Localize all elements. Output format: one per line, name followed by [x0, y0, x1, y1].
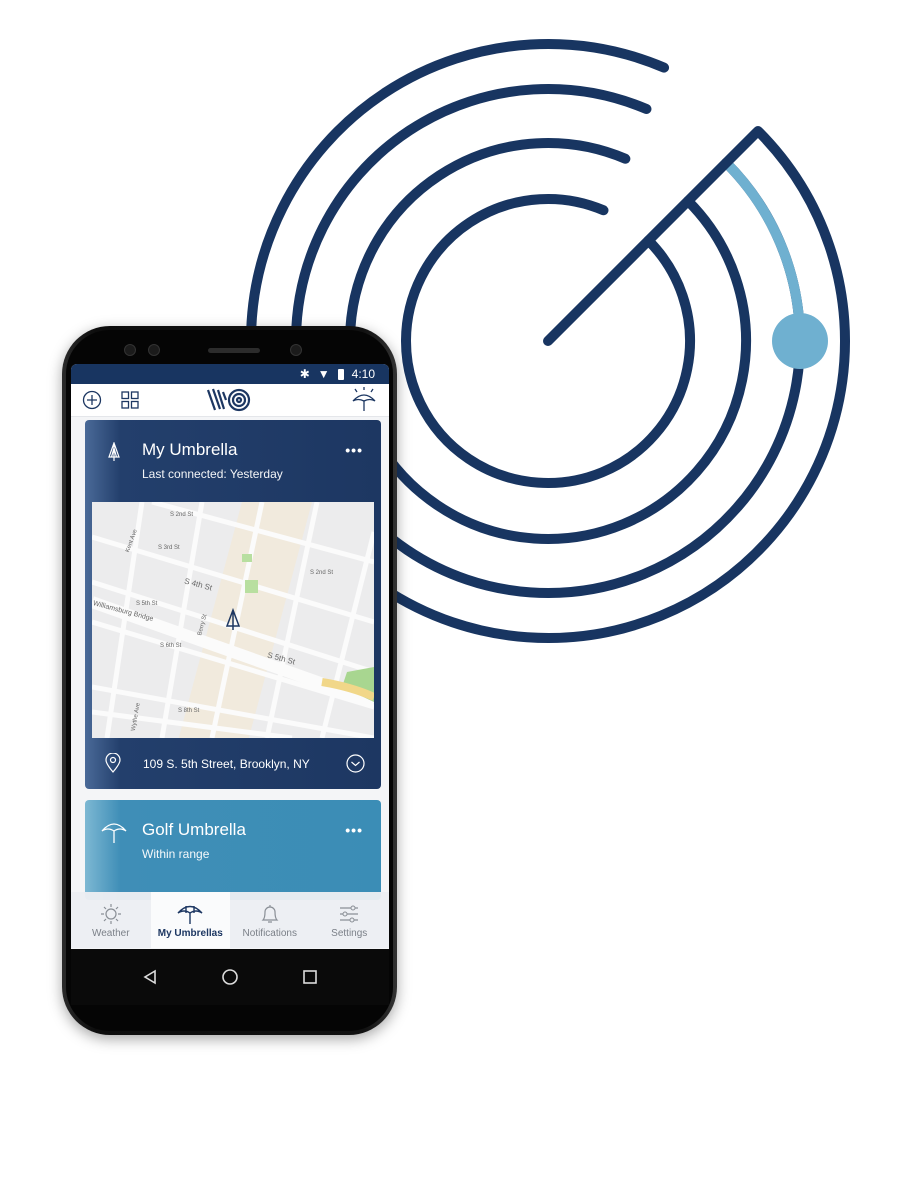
home-icon[interactable] [221, 968, 239, 986]
map-label: S 5th St [136, 601, 158, 607]
grid-icon[interactable] [121, 391, 139, 409]
card-subtitle: Last connected: Yesterday [142, 467, 283, 481]
more-menu-button[interactable]: ••• [345, 822, 363, 838]
sun-icon [100, 904, 121, 924]
expand-chevron-button[interactable] [346, 754, 365, 773]
tab-settings[interactable]: Settings [310, 892, 390, 948]
umbrella-card-golf-umbrella[interactable]: Golf Umbrella Within range ••• [85, 800, 381, 900]
status-time: 4:10 [351, 367, 375, 381]
bell-icon [261, 905, 279, 923]
map-label: S 3rd St [158, 545, 180, 551]
tab-label: Notifications [242, 928, 297, 939]
bottom-nav: Weather My Umbrellas Notifications Setti… [71, 892, 389, 948]
tab-label: My Umbrellas [157, 928, 223, 939]
recents-icon[interactable] [302, 969, 318, 985]
bluetooth-icon: ✱ [299, 367, 310, 381]
card-title: Golf Umbrella [142, 820, 246, 839]
location-map[interactable]: S 2nd St S 3rd St Kent Ave S 2nd St S 4t… [92, 502, 374, 738]
logo [206, 388, 251, 412]
app-bar [71, 384, 389, 417]
umbrella-closed-icon [108, 442, 120, 461]
tab-my-umbrellas[interactable]: My Umbrellas [150, 892, 230, 948]
tab-label: Settings [331, 928, 368, 939]
umbrella-icon [101, 823, 127, 843]
card-title: My Umbrella [142, 440, 238, 459]
range-dot [772, 313, 828, 369]
location-pin-icon [105, 753, 121, 773]
umbrella-icon [177, 905, 203, 924]
screen: ✱ ▼ 4:10 My Umbrella Last connected: Yes… [71, 364, 389, 949]
system-nav-bar [71, 949, 389, 1005]
map-label: S 2nd St [310, 570, 334, 576]
status-bar: ✱ ▼ 4:10 [71, 364, 389, 384]
card-subtitle: Within range [142, 847, 210, 861]
wifi-icon: ▼ [317, 367, 330, 381]
add-circle-icon[interactable] [82, 390, 102, 410]
sensor [148, 344, 160, 356]
umbrella-card-my-umbrella[interactable]: My Umbrella Last connected: Yesterday ••… [85, 420, 381, 789]
radar-sweep-line [543, 127, 762, 346]
last-location-address: 109 S. 5th Street, Brooklyn, NY [143, 757, 310, 771]
more-menu-button[interactable]: ••• [345, 442, 363, 458]
speaker [208, 348, 260, 353]
phone: ✱ ▼ 4:10 My Umbrella Last connected: Yes… [62, 326, 397, 1035]
map-label: S 8th St [178, 708, 200, 714]
tab-notifications[interactable]: Notifications [230, 892, 310, 948]
battery-icon [337, 368, 344, 380]
map-label: S 6th St [160, 643, 182, 649]
back-icon[interactable] [142, 969, 158, 985]
umbrella-weather-icon[interactable] [351, 387, 377, 413]
tab-label: Weather [91, 928, 130, 939]
sensor [124, 344, 136, 356]
range-arc [722, 159, 805, 342]
front-camera [290, 344, 302, 356]
sliders-icon [340, 905, 359, 923]
tab-weather[interactable]: Weather [71, 892, 151, 948]
map-label: S 2nd St [170, 512, 194, 518]
